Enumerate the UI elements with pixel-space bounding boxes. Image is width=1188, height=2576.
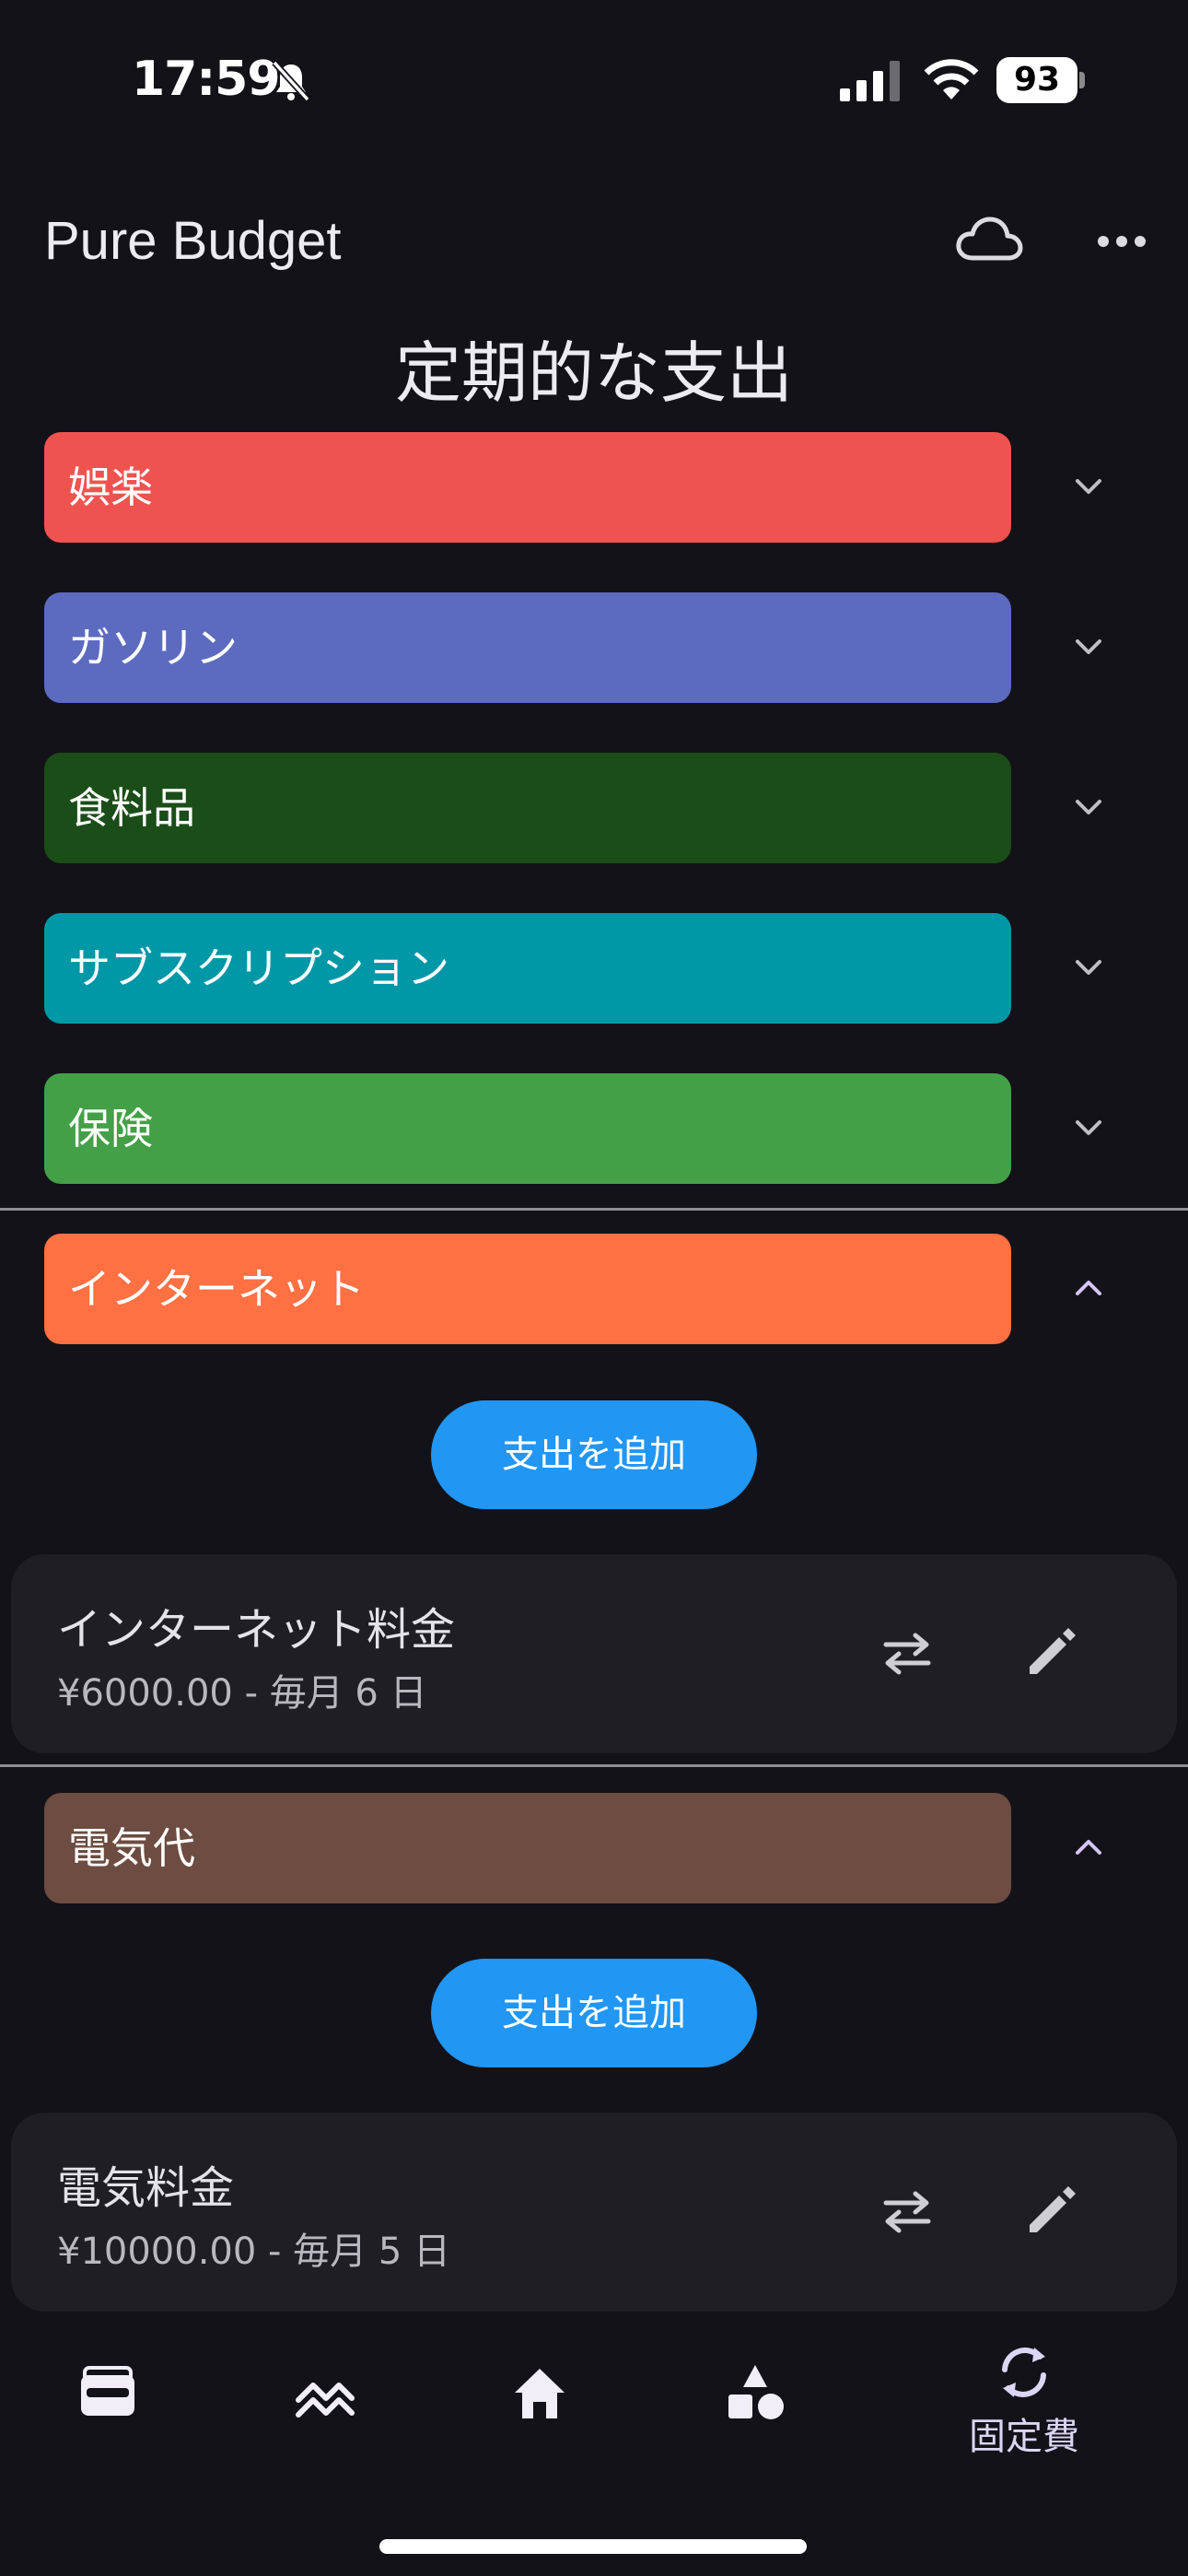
battery-level: 93 — [996, 57, 1077, 103]
bell-muted-icon — [272, 60, 310, 102]
category-subscription[interactable]: サブスクリプション — [44, 913, 1011, 1024]
transfer-icon[interactable] — [880, 1628, 934, 1680]
category-electricity[interactable]: 電気代 — [44, 1793, 1011, 1903]
shapes-icon[interactable] — [723, 2361, 787, 2426]
home-icon[interactable] — [507, 2361, 572, 2426]
category-internet[interactable]: インターネット — [44, 1234, 1011, 1344]
nav-label-recurring[interactable]: 固定費 — [949, 2406, 1100, 2460]
edit-pencil-icon[interactable] — [1022, 1621, 1083, 1681]
expense-item[interactable]: インターネット料金 ¥6000.00 - 毎月 6 日 — [11, 1554, 1177, 1753]
expense-detail: ¥10000.00 - 毎月 5 日 — [57, 2231, 451, 2273]
add-expense-button[interactable]: 支出を追加 — [431, 1400, 757, 1509]
edit-pencil-icon[interactable] — [1022, 2179, 1083, 2240]
category-groceries[interactable]: 食料品 — [44, 753, 1011, 863]
wifi-icon — [924, 59, 979, 100]
battery-indicator: 93 — [996, 57, 1085, 103]
chevron-down-icon[interactable] — [1066, 1106, 1111, 1150]
page-title: 定期的な支出 — [394, 334, 793, 412]
category-entertainment[interactable]: 娯楽 — [44, 432, 1011, 543]
wallet-icon[interactable] — [76, 2360, 140, 2425]
chevron-down-icon[interactable] — [1066, 945, 1111, 989]
battery-cap — [1079, 72, 1085, 88]
status-time: 17:59 — [132, 52, 281, 107]
cloud-sync-icon[interactable] — [954, 214, 1024, 265]
category-gasoline[interactable]: ガソリン — [44, 592, 1011, 703]
expense-name: 電気料金 — [57, 2162, 235, 2214]
trend-icon[interactable] — [293, 2363, 357, 2428]
chevron-up-icon[interactable] — [1066, 1266, 1111, 1310]
app-title: Pure Budget — [44, 211, 342, 271]
home-indicator — [379, 2539, 807, 2554]
expense-detail: ¥6000.00 - 毎月 6 日 — [57, 1672, 427, 1715]
transfer-icon[interactable] — [880, 2186, 934, 2238]
chevron-down-icon[interactable] — [1066, 464, 1111, 509]
category-insurance[interactable]: 保険 — [44, 1073, 1011, 1184]
add-expense-button[interactable]: 支出を追加 — [431, 1959, 757, 2067]
section-divider — [0, 1208, 1188, 1211]
recurring-icon[interactable] — [992, 2340, 1056, 2405]
chevron-up-icon[interactable] — [1066, 1825, 1111, 1869]
chevron-down-icon[interactable] — [1066, 625, 1111, 669]
expense-item[interactable]: 電気料金 ¥10000.00 - 毎月 5 日 — [11, 2113, 1177, 2312]
chevron-down-icon[interactable] — [1066, 785, 1111, 829]
more-options-icon[interactable] — [1096, 232, 1147, 251]
section-divider — [0, 1764, 1188, 1767]
cellular-signal-icon — [840, 61, 900, 101]
expense-name: インターネット料金 — [57, 1604, 456, 1656]
